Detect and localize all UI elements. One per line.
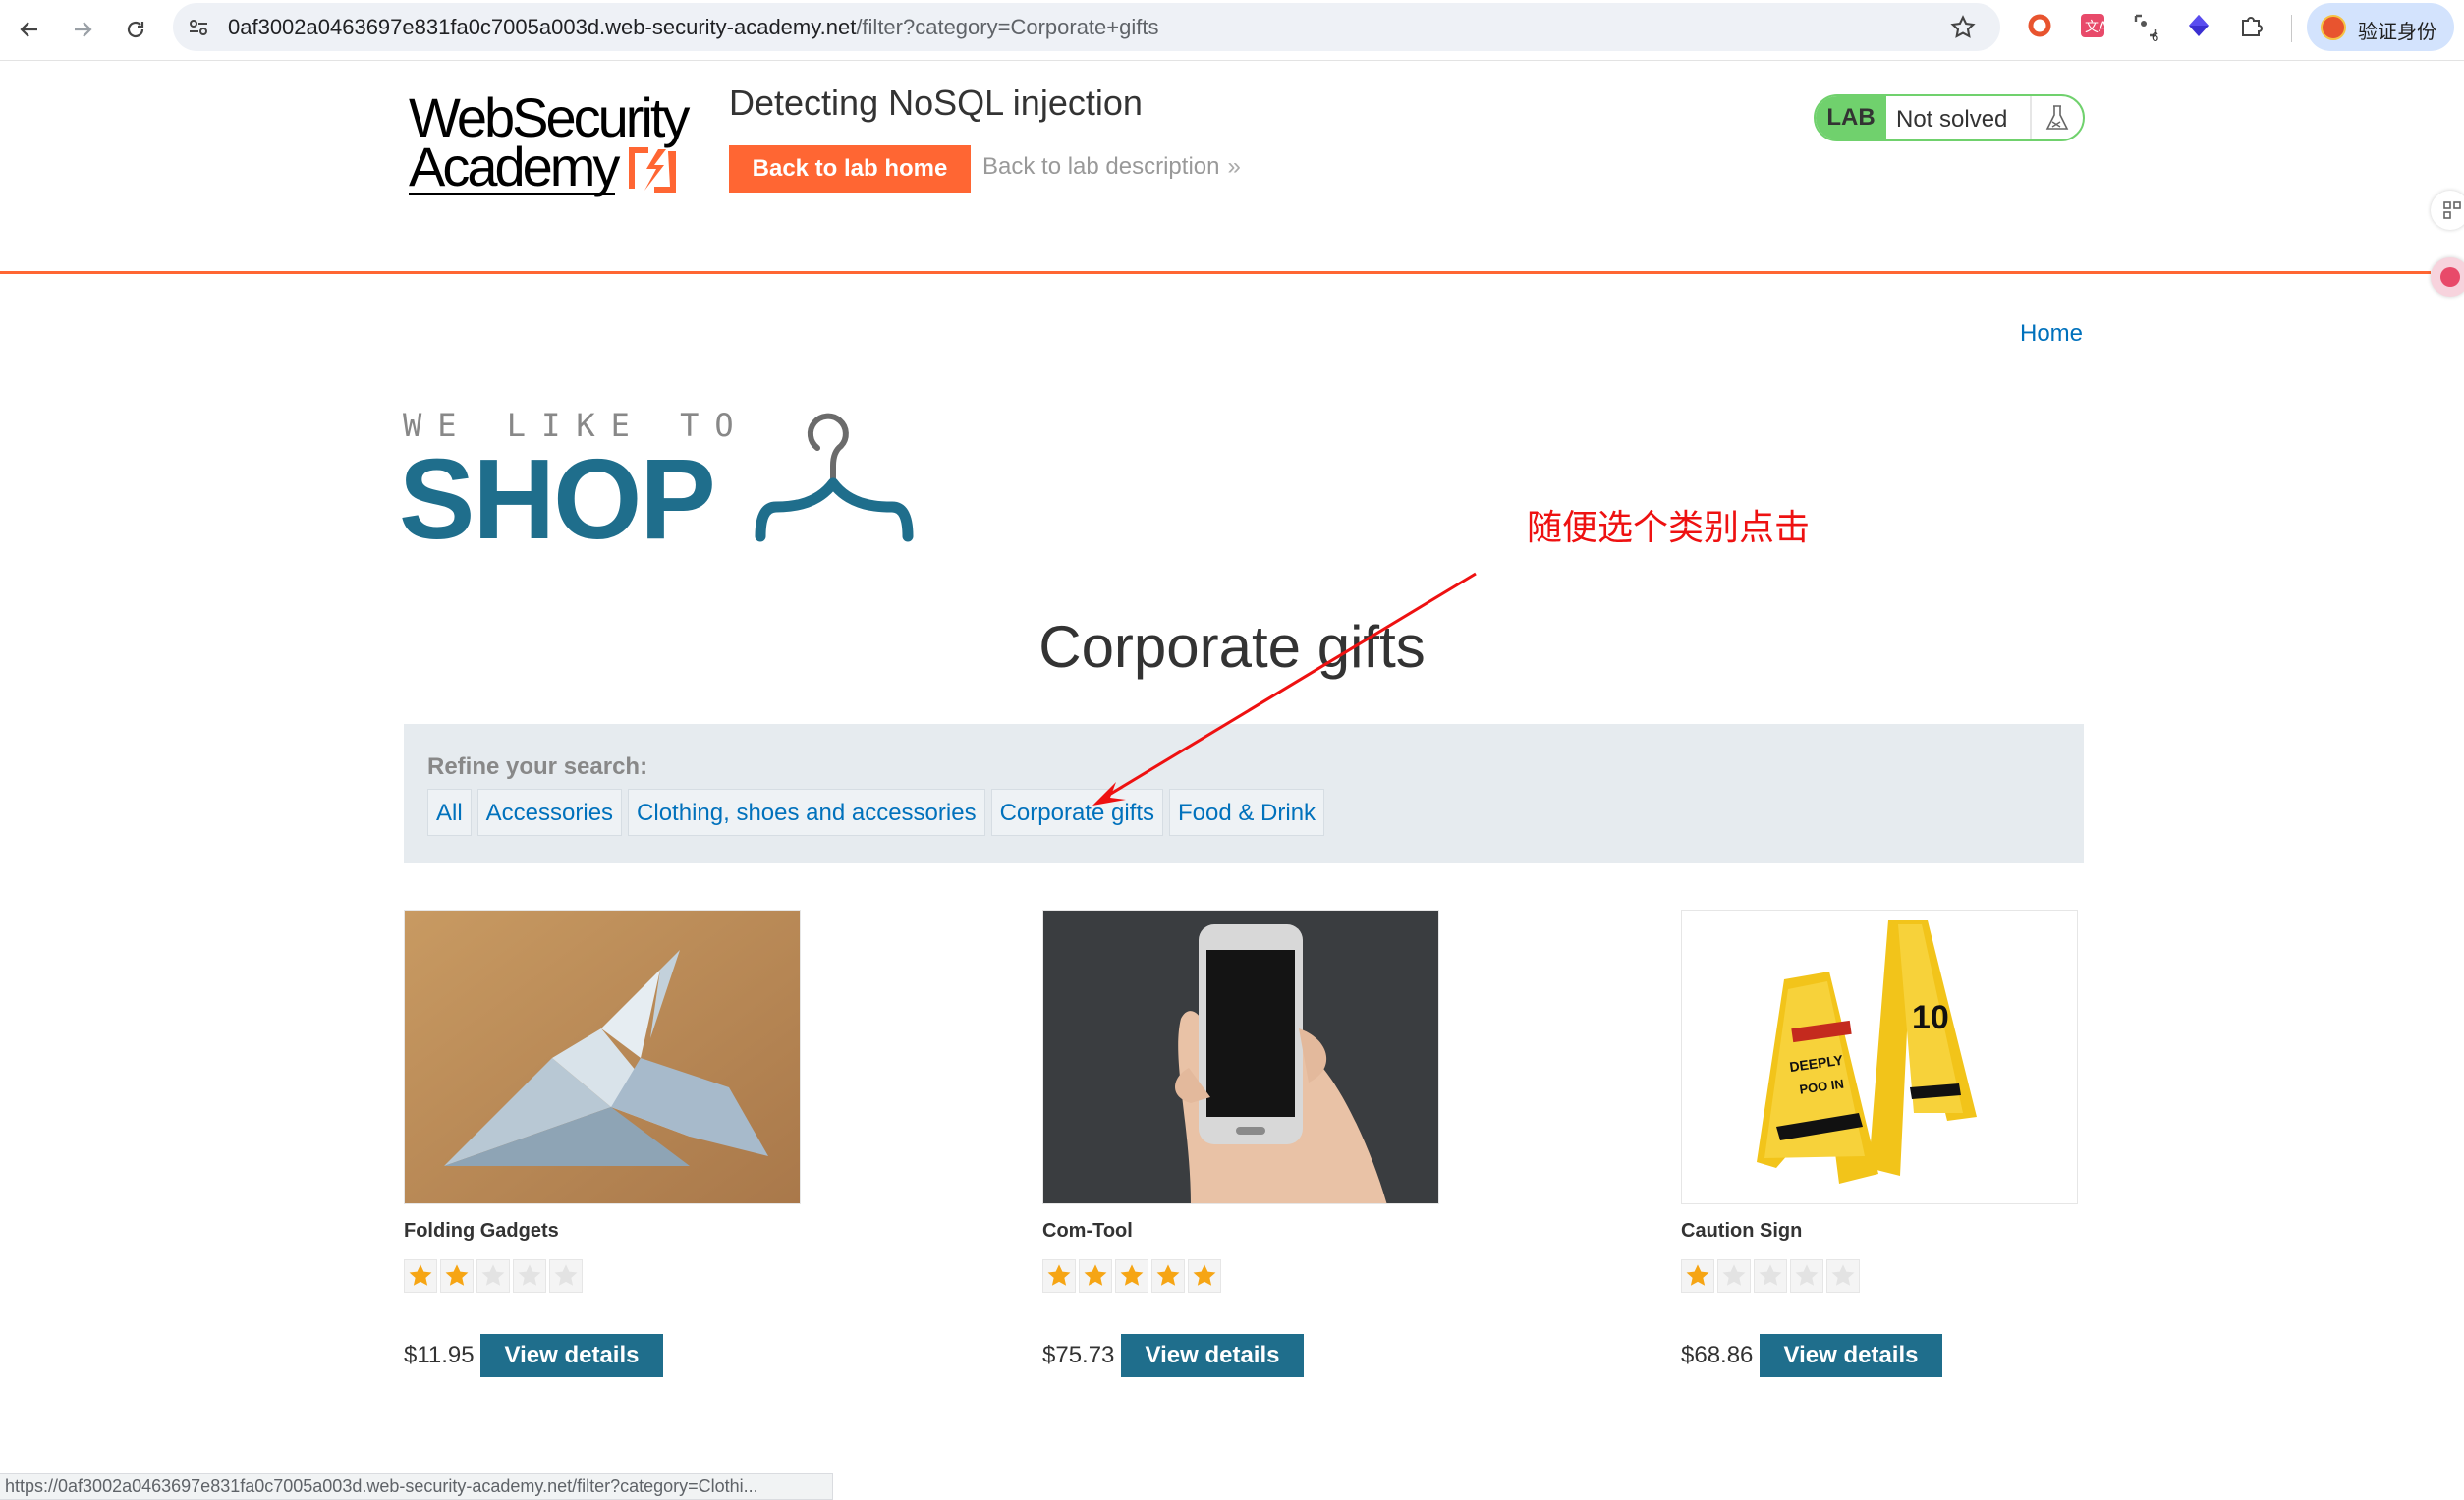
page-title: Corporate gifts xyxy=(1038,614,1426,680)
product-image[interactable] xyxy=(1042,910,1439,1204)
caution-sign-ten-text: 10 xyxy=(1912,999,1949,1036)
forward-button[interactable] xyxy=(63,10,102,49)
view-details-button[interactable]: View details xyxy=(480,1334,663,1377)
star-empty-icon xyxy=(476,1259,510,1293)
product-card: Folding Gadgets $11.95 View details xyxy=(404,910,803,1381)
star-empty-icon xyxy=(513,1259,546,1293)
star-filled-icon xyxy=(1151,1259,1185,1293)
flask-icon xyxy=(2045,105,2069,130)
refine-search-label: Refine your search: xyxy=(427,753,648,780)
caution-sign-image: DEEPLY POO IN 10 xyxy=(1682,911,2077,1203)
profile-avatar xyxy=(2321,15,2346,40)
phone-in-hand-image xyxy=(1043,911,1438,1203)
star-filled-icon xyxy=(440,1259,474,1293)
filter-panel: Refine your search: All Accessories Clot… xyxy=(404,724,2084,863)
filter-corporate-gifts[interactable]: Corporate gifts xyxy=(990,789,1163,836)
view-details-button[interactable]: View details xyxy=(1760,1334,1942,1377)
profile-button[interactable]: 验证身份 xyxy=(2307,3,2454,51)
back-to-lab-home-button[interactable]: Back to lab home xyxy=(729,145,971,193)
shop-logo-word: SHOP xyxy=(399,435,716,563)
back-to-lab-description-label: Back to lab description xyxy=(982,153,1220,180)
link-hover-status: https://0af3002a0463697e831fa0c7005a003d… xyxy=(0,1473,833,1500)
logo-line-2: Academy xyxy=(409,136,620,197)
lab-status-divider xyxy=(2030,96,2032,139)
url-host: 0af3002a0463697e831fa0c7005a003d.web-sec… xyxy=(228,15,857,39)
product-card: DEEPLY POO IN 10 Caution Sign $68.86 Vie… xyxy=(1681,910,2080,1381)
product-rating xyxy=(404,1259,586,1293)
extension-badge: 6 xyxy=(2152,29,2159,44)
product-card: Com-Tool $75.73 View details xyxy=(1042,910,1441,1381)
star-empty-icon xyxy=(549,1259,583,1293)
back-to-lab-description-link[interactable]: Back to lab description » xyxy=(982,153,1241,181)
lab-badge: LAB xyxy=(1816,96,1886,139)
star-filled-icon xyxy=(1681,1259,1714,1293)
side-panel-translate-icon[interactable] xyxy=(2431,257,2464,297)
filter-food-drink[interactable]: Food & Drink xyxy=(1168,789,1325,836)
product-image[interactable] xyxy=(404,910,801,1204)
view-details-button[interactable]: View details xyxy=(1121,1334,1304,1377)
product-price: $68.86 xyxy=(1681,1342,1754,1368)
lab-status-widget: LAB Not solved xyxy=(1814,94,2085,141)
extension-ring-icon[interactable] xyxy=(2026,12,2053,39)
address-bar[interactable]: 0af3002a0463697e831fa0c7005a003d.web-sec… xyxy=(173,3,2000,51)
logo-underline xyxy=(409,193,615,195)
star-empty-icon xyxy=(1754,1259,1787,1293)
back-button[interactable] xyxy=(10,10,49,49)
site-info-icon[interactable] xyxy=(187,16,210,39)
star-filled-icon xyxy=(1079,1259,1112,1293)
lab-status-text: Not solved xyxy=(1896,106,2008,133)
star-filled-icon xyxy=(1042,1259,1076,1293)
extensions-puzzle-icon[interactable] xyxy=(2238,12,2266,39)
filter-accessories[interactable]: Accessories xyxy=(476,789,623,836)
diamond-extension-icon[interactable] xyxy=(2185,12,2212,39)
product-image[interactable]: DEEPLY POO IN 10 xyxy=(1681,910,2078,1204)
annotation-text: 随便选个类别点击 xyxy=(1527,508,1811,548)
hanger-icon xyxy=(755,413,914,542)
we-like-to-shop-logo: WE LIKE TO SHOP xyxy=(399,403,933,556)
star-empty-icon xyxy=(1717,1259,1751,1293)
logo-bolt-icon xyxy=(629,147,676,193)
forward-arrow-icon xyxy=(75,22,92,37)
product-price: $75.73 xyxy=(1042,1342,1115,1368)
star-empty-icon xyxy=(1826,1259,1860,1293)
filter-all[interactable]: All xyxy=(427,789,472,836)
web-security-academy-logo[interactable]: WebSecurity Academy xyxy=(407,86,701,204)
header-divider xyxy=(0,271,2431,274)
product-name: Caution Sign xyxy=(1681,1220,1803,1242)
product-rating xyxy=(1681,1259,1863,1293)
star-filled-icon xyxy=(1115,1259,1148,1293)
translate-extension-icon[interactable]: 文A xyxy=(2079,12,2106,39)
star-filled-icon xyxy=(404,1259,437,1293)
reload-icon xyxy=(127,21,144,38)
star-empty-icon xyxy=(1790,1259,1823,1293)
product-rating xyxy=(1042,1259,1224,1293)
home-link[interactable]: Home xyxy=(2020,320,2083,348)
category-filter-list: All Accessories Clothing, shoes and acce… xyxy=(427,789,1330,836)
star-filled-icon xyxy=(1188,1259,1221,1293)
toolbar-separator xyxy=(2291,15,2292,42)
reload-button[interactable] xyxy=(116,10,155,49)
lab-title: Detecting NoSQL injection xyxy=(729,83,1143,123)
back-arrow-icon xyxy=(20,22,37,37)
double-chevron-icon: » xyxy=(1227,153,1241,180)
product-name: Com-Tool xyxy=(1042,1220,1133,1242)
svg-text:文A: 文A xyxy=(2085,20,2106,35)
origami-bird-image xyxy=(405,911,800,1203)
profile-label: 验证身份 xyxy=(2358,20,2436,43)
product-name: Folding Gadgets xyxy=(404,1220,559,1242)
url-text: 0af3002a0463697e831fa0c7005a003d.web-sec… xyxy=(228,15,1158,40)
product-price: $11.95 xyxy=(404,1342,475,1368)
side-panel-grid-icon[interactable] xyxy=(2431,191,2464,230)
browser-toolbar: 0af3002a0463697e831fa0c7005a003d.web-sec… xyxy=(0,0,2464,61)
bookmark-star-icon[interactable] xyxy=(1949,14,1977,41)
url-path: /filter?category=Corporate+gifts xyxy=(856,15,1159,39)
filter-clothing-shoes-accessories[interactable]: Clothing, shoes and accessories xyxy=(628,789,985,836)
